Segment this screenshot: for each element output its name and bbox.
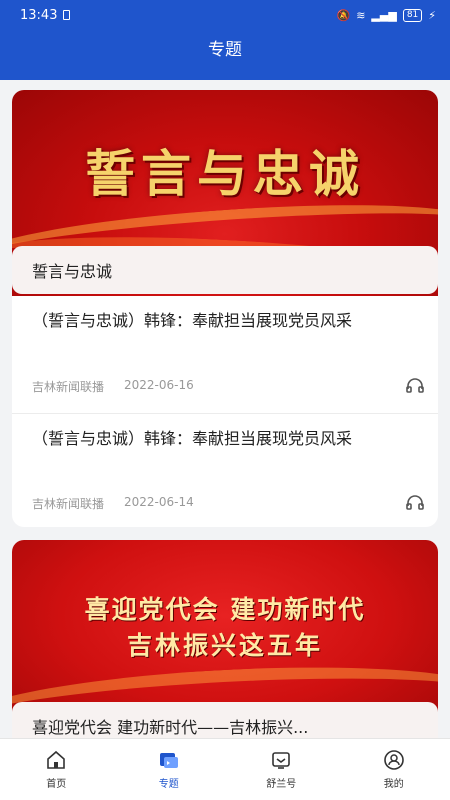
status-bar: 13:43 🔕 ≋ ▂▄▆ 81 ⚡ [0,0,450,30]
nav-label: 我的 [383,779,404,790]
app-header: 13:43 🔕 ≋ ▂▄▆ 81 ⚡ 专题 [0,0,450,80]
signal-icon: ▂▄▆ [371,8,397,22]
headphone-icon[interactable] [406,377,424,393]
topic-list[interactable]: 誓言与忠诚 誓言与忠诚 （誓言与忠诚）韩锋：奉献担当展现党员风采 吉林新闻联播 … [0,80,450,738]
item-title: （誓言与忠诚）韩锋：奉献担当展现党员风采 [32,429,353,448]
item-date: 2022-06-14 [124,495,194,509]
nav-label: 舒兰号 [266,779,297,790]
page-title: 专题 [208,40,242,60]
channel-icon [272,752,291,769]
banner-title-line1: 喜迎党代会 建功新时代 [84,595,366,624]
topic-name[interactable]: 喜迎党代会 建功新时代——吉林振兴... [12,702,438,738]
topic-card[interactable]: 喜迎党代会 建功新时代 吉林振兴这五年 喜迎党代会 建功新时代——吉林振兴... [12,540,438,738]
battery-level: 81 [402,8,423,22]
item-date: 2022-06-16 [124,378,194,392]
nav-channel[interactable]: 舒兰号 [225,739,338,800]
item-source: 吉林新闻联播 [32,380,105,394]
list-item[interactable]: （誓言与忠诚）韩锋：奉献担当展现党员风采 吉林新闻联播 2022-06-14 [12,413,438,527]
item-source: 吉林新闻联播 [32,497,105,511]
nav-label: 专题 [158,779,179,790]
topic-icon [159,753,178,768]
nav-label: 首页 [46,779,67,790]
nav-home[interactable]: 首页 [0,739,113,800]
topic-name[interactable]: 誓言与忠诚 [12,246,438,294]
list-item[interactable]: （誓言与忠诚）韩锋：奉献担当展现党员风采 吉林新闻联播 2022-06-16 [12,296,438,413]
banner-title: 誓言与忠诚 [85,144,365,203]
banner-title-line2: 吉林振兴这五年 [126,631,323,660]
charging-icon: ⚡ [428,8,436,22]
bottom-nav: 首页 专题 舒兰号 我的 [0,738,450,800]
topic-card[interactable]: 誓言与忠诚 誓言与忠诚 （誓言与忠诚）韩锋：奉献担当展现党员风采 吉林新闻联播 … [12,90,438,527]
home-icon [47,750,66,769]
profile-icon [383,750,404,770]
status-time: 13:43 [20,7,58,23]
nav-profile[interactable]: 我的 [338,739,450,800]
mute-icon: 🔕 [336,8,351,22]
headphone-icon[interactable] [406,494,424,510]
wifi-icon: ≋ [356,8,366,22]
sim-icon [63,10,71,20]
item-title: （誓言与忠诚）韩锋：奉献担当展现党员风采 [32,311,353,330]
nav-topic[interactable]: 专题 [113,739,226,800]
